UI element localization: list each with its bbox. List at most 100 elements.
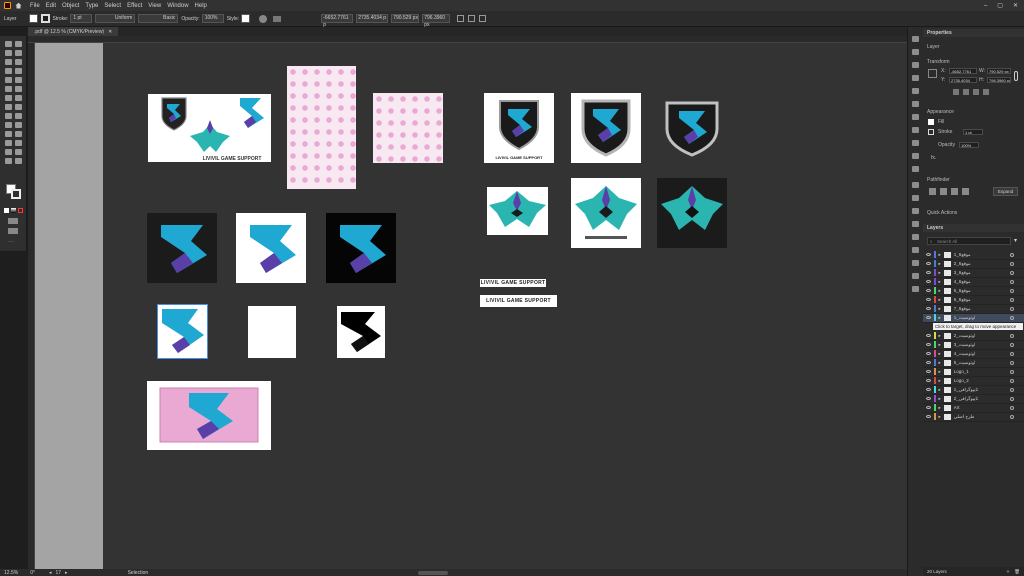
curvature-icon[interactable] [15,59,22,65]
filter-icon[interactable]: ▾ [1014,237,1017,244]
eyedropper-icon[interactable] [5,131,12,137]
stroke-panel-icon[interactable] [912,127,919,133]
isolate-icon[interactable] [468,15,476,22]
expand-arrow-icon[interactable]: ▸ [939,387,941,393]
stroke-weight-field[interactable]: 1 pt [963,129,983,135]
layer-name[interactable]: Art [954,405,960,410]
expand-arrow-icon[interactable]: ▸ [939,360,941,366]
visibility-eye-icon[interactable] [926,253,931,257]
illustrator-icon[interactable] [4,2,11,9]
layer-name[interactable]: اوتوسيت_5 [954,360,976,366]
expand-arrow-icon[interactable]: ▸ [939,405,941,411]
artboard-shield-metal[interactable] [571,93,641,163]
transform-icon[interactable] [457,15,465,22]
expand-arrow-icon[interactable]: ▸ [939,396,941,402]
perspective-grid-icon[interactable] [15,113,22,119]
expand-button[interactable]: Expand [993,187,1018,196]
artboards-panel-icon[interactable] [912,286,919,292]
expand-arrow-icon[interactable]: ▸ [939,288,941,294]
eraser-icon[interactable] [15,86,22,92]
rotate-icon[interactable] [5,95,12,101]
layer-row[interactable]: ▸ تايپوگرافی_2 [923,395,1024,404]
x-field[interactable]: -6652.7761 p [321,14,354,28]
y-field[interactable]: 2735.4034 [949,77,977,83]
stroke-swatch-icon[interactable] [11,189,21,199]
pathfinder-panel-icon[interactable] [912,260,919,266]
line-tool-icon[interactable] [15,68,22,74]
layer-row[interactable]: ▸ موقع6_2 [923,260,1024,269]
layer-name[interactable]: Logo_2 [954,378,969,383]
draw-mode-icon[interactable] [8,218,18,224]
transform-panel-icon[interactable] [912,273,919,279]
expand-arrow-icon[interactable]: ▸ [939,351,941,357]
target-circle-icon[interactable] [1010,396,1014,401]
layer-row[interactable]: ▸ تايپوگرافی_1 [923,386,1024,395]
hand-tool-icon[interactable] [5,158,12,164]
paragraph-panel-icon[interactable] [912,221,919,227]
artboard-logo-mono[interactable] [337,306,385,358]
artboard-logo-black[interactable] [326,213,396,283]
opentype-panel-icon[interactable] [912,234,919,240]
visibility-eye-icon[interactable] [926,415,931,419]
target-circle-icon[interactable] [1010,252,1014,257]
links-panel-icon[interactable] [912,195,919,201]
minimize-icon[interactable]: – [984,3,987,9]
target-circle-icon[interactable] [1010,405,1014,410]
appearance-panel-icon[interactable] [912,166,919,172]
expand-arrow-icon[interactable]: ▸ [939,378,941,384]
visibility-eye-icon[interactable] [926,289,931,293]
layer-row[interactable]: ▸ Art [923,404,1024,413]
expand-arrow-icon[interactable]: ▸ [939,270,941,276]
artboard-blank[interactable] [248,306,296,358]
layer-row[interactable]: ▸ موقع6_3 [923,269,1024,278]
rotation-angle[interactable]: 0° [30,570,35,576]
expand-arrow-icon[interactable]: ▸ [939,306,941,312]
expand-arrow-icon[interactable]: ▸ [939,333,941,339]
canvas[interactable]: LIVIVIL GAME SUPPORT LIVIVIL GAME SUPPOR… [35,43,923,569]
stroke-swatch[interactable] [928,129,934,135]
layer-row[interactable]: ▸ موقع6_1 [923,251,1024,260]
layer-name[interactable]: اوتوسيت_3 [954,342,976,348]
target-circle-icon[interactable] [1010,279,1014,284]
paintbrush-icon[interactable] [15,77,22,83]
layer-row[interactable]: ▸ طرح اصلی [923,413,1024,422]
layer-name[interactable]: تايپوگرافی_2 [954,396,978,402]
layer-row[interactable]: ▸ موقع6_7 [923,305,1024,314]
menu-view[interactable]: View [148,3,161,9]
color-panel-icon[interactable] [912,75,919,81]
layer-name[interactable]: طرح اصلی [954,414,975,420]
layer-row[interactable]: ▸ موقع6_4 [923,278,1024,287]
target-circle-icon[interactable] [1010,288,1014,293]
layer-name[interactable]: اوتوسيت_4 [954,351,976,357]
opacity-field[interactable]: 100% [201,14,224,23]
visibility-eye-icon[interactable] [926,343,931,347]
expand-arrow-icon[interactable]: ▸ [939,297,941,303]
screen-mode-icon[interactable] [8,228,18,234]
color-mode-icons[interactable] [4,208,24,213]
layer-name[interactable]: موقع6_4 [954,279,971,285]
maximize-icon[interactable]: ▢ [997,2,1003,9]
menu-select[interactable]: Select [104,3,121,9]
h-field[interactable]: 796.3960 px [422,14,451,28]
menu-type[interactable]: Type [85,3,98,9]
layer-name[interactable]: Logo_1 [954,369,969,374]
expand-arrow-icon[interactable]: ▸ [939,252,941,258]
transparency-panel-icon[interactable] [912,153,919,159]
layer-name[interactable]: اوتوسيت_1 [954,315,976,321]
fx-button[interactable]: fx. [931,155,936,161]
target-circle-icon[interactable] [1010,414,1014,419]
horizontal-scrollbar[interactable] [418,570,449,575]
home-icon[interactable] [15,2,22,9]
layers-search[interactable]: ⌕ Search All [927,237,1011,245]
layer-name[interactable]: موقع6_7 [954,306,971,312]
w-field[interactable]: 790.529 px [391,14,420,23]
mesh-icon[interactable] [5,122,12,128]
artboard-logo-selected[interactable] [157,304,208,359]
expand-arrow-icon[interactable]: ▸ [939,315,941,321]
align-icon[interactable] [273,15,282,22]
w-field[interactable]: 790.529 px [987,68,1011,74]
text-label-small[interactable]: LIVIVIL GAME SUPPORT [480,279,546,287]
stroke-weight-field[interactable]: 1 pt [70,14,93,23]
layer-row[interactable]: ▸ موقع6_6 [923,296,1024,305]
fill-swatch[interactable] [28,14,38,23]
